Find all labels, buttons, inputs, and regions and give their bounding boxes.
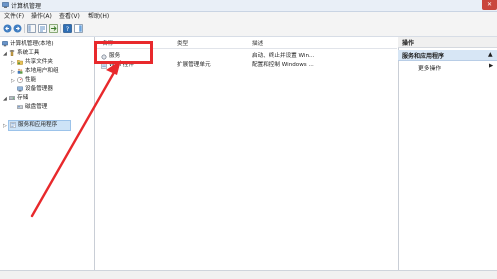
menu-help[interactable]: 帮助(H) [88,12,109,21]
users-icon [17,68,23,74]
tree-item-services-applications[interactable]: 服务和应用程序 [8,120,71,131]
services-applications-icon [10,122,16,128]
help-icon[interactable]: ? [63,24,72,33]
console-tree: 计算机管理(本地) ◢ 系统工具 ▷ 共享文件夹 ▷ 本地用户和组 ▷ 性能 设… [0,37,95,278]
row-type: 扩展管理单元 [177,62,211,68]
computer-icon [2,41,8,47]
tree-item-label: 磁盘管理 [25,104,48,110]
forward-arrow-icon[interactable] [13,24,22,33]
menu-view[interactable]: 查看(V) [59,12,80,21]
toolbar-separator [60,24,61,33]
performance-icon [17,77,23,83]
tree-item-label: 服务和应用程序 [18,122,58,128]
tree-item-label: 性能 [25,77,37,83]
menu-file[interactable]: 文件(F) [4,12,24,21]
expand-arrow-icon[interactable]: ▷ [11,61,15,66]
tree-item-label: 计算机管理(本地) [10,41,54,47]
device-manager-icon [17,86,23,92]
svg-text:?: ? [66,25,69,33]
properties-icon[interactable] [38,24,47,33]
computer-management-icon [2,2,9,8]
tree-item-label: 设备管理器 [25,86,53,92]
tree-item-label: 系统工具 [17,50,40,56]
collapse-up-icon[interactable]: ▲ [488,51,493,58]
tree-item-label: 存储 [17,95,29,101]
actions-section-label: 服务和应用程序 [402,53,445,60]
expand-arrow-icon[interactable]: ▷ [11,70,15,75]
menu-action[interactable]: 操作(A) [31,12,52,21]
disk-icon [17,105,23,109]
shared-folder-icon [17,60,23,65]
system-tools-icon [9,50,15,56]
collapse-arrow-icon[interactable]: ◢ [3,52,7,57]
results-list: 名称 类型 描述 服务 启动、终止并设置 Win... WMI 控件 扩展管理单… [95,37,397,278]
show-hide-action-pane-icon[interactable] [74,24,83,33]
expand-arrow-icon[interactable]: ▷ [3,124,7,129]
toolbar: ? [0,21,497,37]
tree-item-label: 共享文件夹 [25,59,53,65]
window-title: 计算机管理 [11,3,42,10]
more-actions-label: 更多操作 [418,66,442,72]
toolbar-separator [24,24,25,33]
row-description: 配置和控制 Windows ... [252,62,314,68]
submenu-arrow-icon: ▶ [489,63,494,69]
actions-header: 操作 [398,37,497,48]
collapse-arrow-icon[interactable]: ◢ [3,97,7,102]
title-bar [0,0,497,12]
actions-pane [398,37,497,278]
actions-section-services-applications[interactable]: 服务和应用程序 ▲ [398,50,497,61]
console-tree-icon[interactable] [27,24,36,33]
expand-arrow-icon[interactable]: ▷ [11,79,15,84]
menu-bar: 文件(F) 操作(A) 查看(V) 帮助(H) [0,12,497,21]
row-description: 启动、终止并设置 Win... [252,53,315,59]
close-button[interactable]: ✕ [482,0,497,10]
storage-icon [9,96,15,101]
annotation-highlight-box [94,41,153,64]
back-arrow-icon[interactable] [3,24,12,33]
export-list-icon[interactable] [49,24,58,33]
actions-more-operations[interactable]: 更多操作 ▶ [398,62,497,72]
tree-item-label: 本地用户和组 [25,68,59,74]
actions-header-label: 操作 [402,40,415,47]
